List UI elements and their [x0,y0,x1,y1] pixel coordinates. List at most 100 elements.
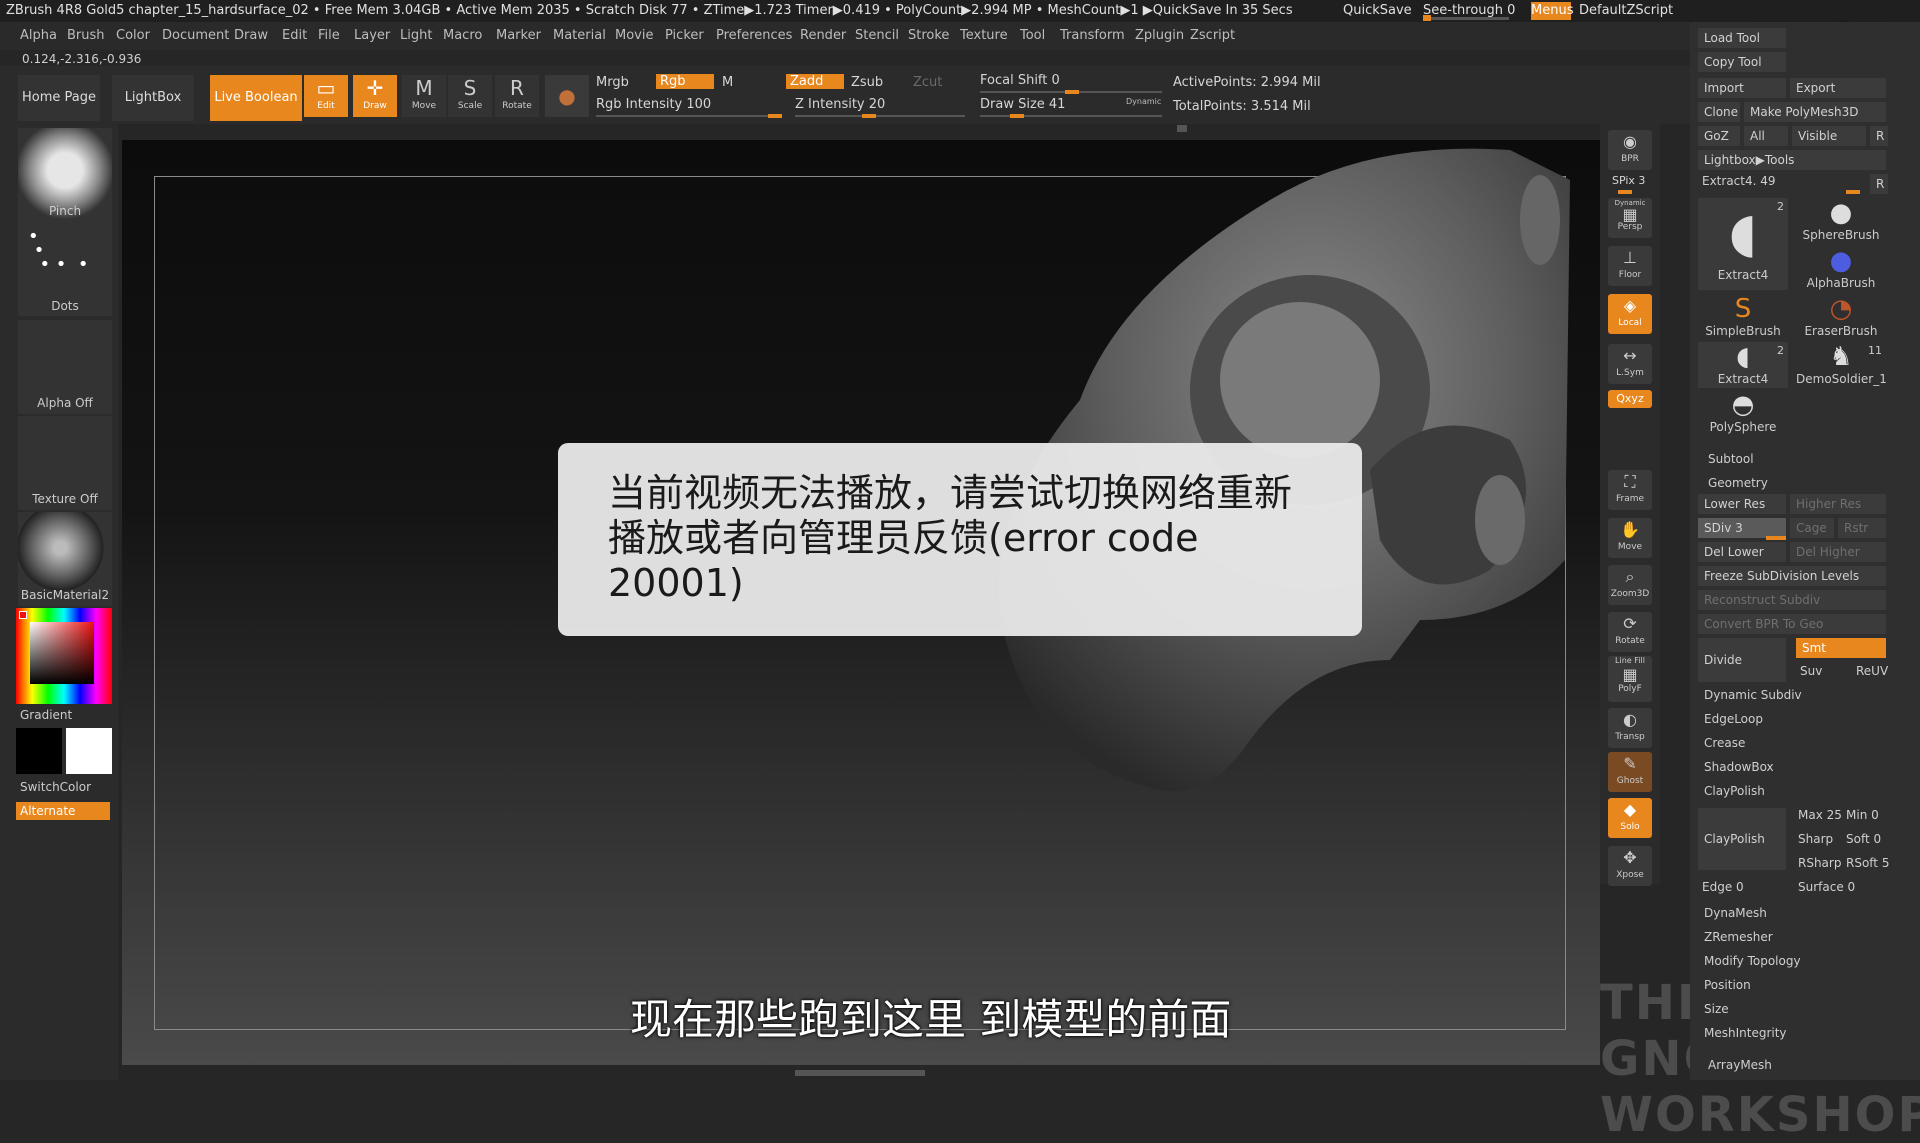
rgb-intensity-track[interactable] [596,115,782,117]
see-through-track[interactable] [1423,17,1509,20]
tool-demosoldier[interactable]: ♞ DemoSoldier_1 11 [1796,342,1887,388]
rstr-button[interactable]: Rstr [1838,518,1886,538]
bottom-tray-handle[interactable] [795,1070,925,1076]
tool-extract4[interactable]: ◖ Extract4 2 [1698,342,1788,388]
claypolish-header[interactable]: ClayPolish [1704,784,1765,798]
focal-shift-knob[interactable] [1065,90,1079,94]
dynamic-toggle[interactable]: Dynamic [1126,97,1161,106]
menu-layer[interactable]: Layer [354,28,390,43]
tool-polysphere[interactable]: ◓ PolySphere [1698,390,1788,436]
menu-picker[interactable]: Picker [665,28,704,43]
soft-slider[interactable]: Soft 0 [1846,832,1881,846]
focal-shift-slider[interactable]: Focal Shift 0 [980,73,1060,88]
menu-macro[interactable]: Macro [443,28,482,43]
max-slider[interactable]: Max 25 [1798,808,1842,822]
sdiv-knob[interactable] [1766,536,1786,540]
menu-brush[interactable]: Brush [67,28,105,43]
home-page-button[interactable]: Home Page [18,75,100,121]
geometry-section-header[interactable]: Geometry [1708,476,1768,490]
copy-tool-button[interactable]: Copy Tool [1698,52,1786,72]
cage-button[interactable]: Cage [1790,518,1834,538]
make-polymesh-button[interactable]: Make PolyMesh3D [1744,102,1886,122]
goz-visible-button[interactable]: Visible [1792,126,1866,146]
shadowbox-header[interactable]: ShadowBox [1704,760,1774,774]
see-through-knob[interactable] [1423,15,1431,21]
menu-draw[interactable]: Draw [234,28,268,43]
menu-tool[interactable]: Tool [1020,28,1045,43]
xyz-button[interactable]: Qxyz [1608,390,1652,408]
color-picker[interactable] [16,608,112,704]
menu-color[interactable]: Color [116,28,150,43]
z-intensity-knob[interactable] [862,114,876,118]
lsym-button[interactable]: ↔ L.Sym [1608,344,1652,384]
position-header[interactable]: Position [1704,978,1751,992]
draw-size-slider[interactable]: Draw Size 41 [980,97,1065,112]
move-view-button[interactable]: ✋ Move [1608,518,1652,558]
menu-alpha[interactable]: Alpha [20,28,57,43]
menu-texture[interactable]: Texture [960,28,1008,43]
smt-toggle[interactable]: Smt [1796,638,1886,658]
goz-all-button[interactable]: All [1744,126,1788,146]
shelf-scroll-handle[interactable] [1177,125,1187,132]
clone-button[interactable]: Clone [1698,102,1740,122]
floor-button[interactable]: ⊥ Floor [1608,246,1652,286]
menu-zplugin[interactable]: Zplugin [1135,28,1184,43]
alternate-button[interactable]: Alternate [16,802,110,820]
suv-toggle[interactable]: Suv [1800,664,1822,678]
modify-topology-header[interactable]: Modify Topology [1704,954,1801,968]
see-through-slider[interactable]: See-through 0 [1423,3,1515,18]
material-swatch-button[interactable]: ● [545,75,589,117]
spix-knob[interactable] [1618,190,1632,194]
spix-slider[interactable]: SPix 3 [1612,174,1645,187]
sdiv-slider[interactable]: SDiv 3 [1698,518,1786,538]
frame-button[interactable]: ⛶ Frame [1608,470,1652,510]
del-higher-button[interactable]: Del Higher [1790,542,1886,562]
zremesher-header[interactable]: ZRemesher [1704,930,1773,944]
switchcolor-button[interactable]: SwitchColor [6,780,100,794]
menu-preferences[interactable]: Preferences [716,28,792,43]
higher-res-button[interactable]: Higher Res [1790,494,1886,514]
rgb-intensity-slider[interactable]: Rgb Intensity 100 [596,97,711,112]
tool-simplebrush[interactable]: S SimpleBrush [1698,294,1788,340]
z-intensity-slider[interactable]: Z Intensity 20 [795,97,885,112]
menu-transform[interactable]: Transform [1060,28,1125,43]
tool-alphabrush[interactable]: ● AlphaBrush [1796,246,1886,292]
move-mode-button[interactable]: M Move [402,75,446,117]
export-button[interactable]: Export [1790,78,1886,98]
size-header[interactable]: Size [1704,1002,1729,1016]
min-slider[interactable]: Min 0 [1846,808,1879,822]
zoom3d-button[interactable]: ⌕ Zoom3D [1608,565,1652,605]
menu-stroke[interactable]: Stroke [908,28,949,43]
del-lower-button[interactable]: Del Lower [1698,542,1786,562]
default-zscript-button[interactable]: DefaultZScript [1579,3,1673,18]
rgb-button[interactable]: Rgb [656,74,714,89]
sharp-slider[interactable]: Sharp [1798,832,1833,846]
claypolish-button[interactable]: ClayPolish [1698,808,1786,870]
edgeloop-header[interactable]: EdgeLoop [1704,712,1763,726]
extract-slider-knob[interactable] [1846,190,1860,194]
menu-edit[interactable]: Edit [282,28,307,43]
reuv-button[interactable]: ReUV [1856,664,1888,678]
rsharp-slider[interactable]: RSharp [1798,856,1841,870]
dynamesh-header[interactable]: DynaMesh [1704,906,1767,920]
meshintegrity-header[interactable]: MeshIntegrity [1704,1026,1787,1040]
secondary-color-swatch[interactable] [66,728,112,774]
mrgb-button[interactable]: Mrgb [596,75,629,90]
bpr-button[interactable]: ◉ BPR [1608,130,1652,170]
edge-slider[interactable]: Edge 0 [1702,880,1744,894]
menu-file[interactable]: File [318,28,340,43]
rgb-intensity-knob[interactable] [768,114,782,118]
zsub-button[interactable]: Zsub [851,75,883,90]
rotate-view-button[interactable]: ⟳ Rotate [1608,612,1652,652]
persp-button[interactable]: Dynamic ▦ Persp [1608,198,1652,238]
crease-header[interactable]: Crease [1704,736,1745,750]
divide-button[interactable]: Divide [1698,638,1786,682]
goz-button[interactable]: GoZ [1698,126,1740,146]
menu-render[interactable]: Render [800,28,846,43]
xpose-button[interactable]: ✥ Xpose [1608,846,1652,886]
menus-button[interactable]: Menus [1531,2,1573,20]
zcut-button[interactable]: Zcut [913,75,942,90]
menu-stencil[interactable]: Stencil [855,28,899,43]
lower-res-button[interactable]: Lower Res [1698,494,1786,514]
menu-material[interactable]: Material [553,28,606,43]
